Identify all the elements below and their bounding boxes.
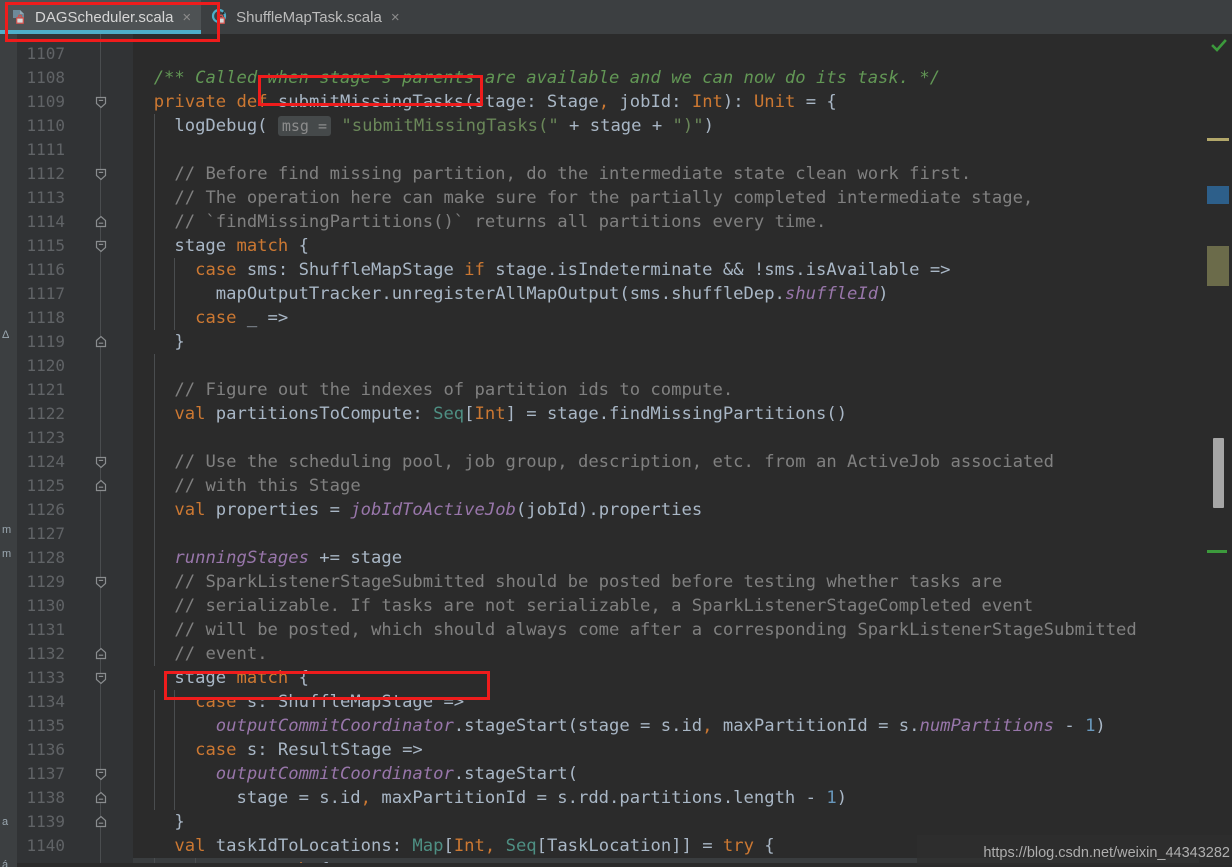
vertical-scrollbar-thumb[interactable]	[1213, 438, 1224, 508]
code-line-1124: // Use the scheduling pool, job group, d…	[174, 452, 1054, 472]
line-number: 1139	[26, 812, 65, 831]
code-line-1110: logDebug( msg = "submitMissingTasks(" + …	[133, 116, 714, 136]
fold-marker-1129[interactable]	[93, 574, 109, 590]
line-number: 1124	[26, 452, 65, 471]
line-number: 1130	[26, 596, 65, 615]
code-line-1109: private def submitMissingTasks(stage: St…	[153, 92, 837, 112]
code-line-1118: case _ =>	[195, 308, 289, 328]
code-line-1108: /** Called when stage's parents are avai…	[153, 68, 941, 88]
fold-rail	[100, 34, 101, 867]
scala-file-icon	[10, 8, 28, 26]
code-line-1130: // serializable. If tasks are not serial…	[174, 596, 1034, 616]
code-editor[interactable]: Δ m m a á 1107 1108 1109 1110 1111 1112 1113 11…	[0, 34, 1232, 867]
code-line-1135: outputCommitCoordinator.stageStart(stage…	[215, 716, 1106, 736]
code-canvas[interactable]: /** Called when stage's parents are avai…	[133, 34, 1199, 867]
code-line-1119: }	[133, 332, 185, 352]
code-line-1126: val properties = jobIdToActiveJob(jobId)…	[174, 500, 703, 520]
fold-marker-1132[interactable]	[93, 646, 109, 662]
marker-usage[interactable]	[1207, 246, 1229, 286]
code-line-1139: }	[133, 812, 185, 832]
code-line-1140: val taskIdToLocations: Map[Int, Seq[Task…	[174, 836, 775, 856]
fold-marker-1125[interactable]	[93, 478, 109, 494]
line-number: 1121	[26, 380, 65, 399]
code-line-1114: // `findMissingPartitions()` returns all…	[174, 212, 827, 232]
code-line-1128: runningStages += stage	[174, 548, 403, 568]
code-line-1138: stage = s.id, maxPartitionId = s.rdd.par…	[133, 788, 848, 808]
code-line-1131: // will be posted, which should always c…	[174, 620, 1137, 640]
line-number: 1112	[26, 164, 65, 183]
line-number: 1135	[26, 716, 65, 735]
line-number: 1108	[26, 68, 65, 87]
marker-warning[interactable]	[1207, 138, 1229, 141]
fold-marker-1119[interactable]	[93, 334, 109, 350]
line-number: 1113	[26, 188, 65, 207]
line-number: 1131	[26, 620, 65, 639]
line-number: 1137	[26, 764, 65, 783]
tab-label: DAGScheduler.scala	[35, 8, 174, 26]
fold-marker-1112[interactable]	[93, 166, 109, 182]
inspection-ok-check-icon[interactable]	[1211, 38, 1227, 54]
fold-marker-1109[interactable]	[93, 94, 109, 110]
close-icon[interactable]: ×	[182, 10, 191, 25]
tab-label: ShuffleMapTask.scala	[236, 8, 382, 26]
line-number: 1111	[26, 140, 65, 159]
code-line-1113: // The operation here can make sure for …	[174, 188, 1034, 208]
line-number: 1117	[26, 284, 65, 303]
line-number: 1127	[26, 524, 65, 543]
line-number: 1134	[26, 692, 65, 711]
line-number: 1123	[26, 428, 65, 447]
fold-marker-1124[interactable]	[93, 454, 109, 470]
fold-marker-1133[interactable]	[93, 670, 109, 686]
line-number: 1122	[26, 404, 65, 423]
line-number: 1136	[26, 740, 65, 759]
code-line-1137: outputCommitCoordinator.stageStart(	[215, 764, 578, 784]
line-number: 1133	[26, 668, 65, 687]
line-number: 1107	[26, 44, 65, 63]
code-line-1112: // Before find missing partition, do the…	[174, 164, 972, 184]
parameter-hint-msg: msg =	[277, 116, 332, 136]
line-number: 1138	[26, 788, 65, 807]
code-line-1136: case s: ResultStage =>	[195, 740, 423, 760]
code-line-1121: // Figure out the indexes of partition i…	[174, 380, 734, 400]
fold-marker-1114[interactable]	[93, 214, 109, 230]
code-line-1115: stage match {	[133, 236, 309, 256]
scala-class-icon	[211, 8, 229, 26]
marker-scrollbar[interactable]	[1199, 34, 1232, 867]
line-number: 1140	[26, 836, 65, 855]
code-line-1132: // event.	[174, 644, 268, 664]
code-line-1125: // with this Stage	[174, 476, 361, 496]
code-line-1134: case s: ShuffleMapStage =>	[195, 692, 465, 712]
line-number: 1128	[26, 548, 65, 567]
line-number: 1114	[26, 212, 65, 231]
line-number: 1120	[26, 356, 65, 375]
line-number: 1119	[26, 332, 65, 351]
marker-caret[interactable]	[1207, 186, 1229, 204]
code-line-1116: case sms: ShuffleMapStage if stage.isInd…	[195, 260, 951, 280]
line-number: 1126	[26, 500, 65, 519]
ide-window: DAGScheduler.scala × ShuffleMapTask.scal…	[0, 0, 1232, 867]
editor-tab-bar: DAGScheduler.scala × ShuffleMapTask.scal…	[0, 0, 1232, 34]
close-icon[interactable]: ×	[391, 10, 400, 25]
line-number: 1125	[26, 476, 65, 495]
code-line-1117: mapOutputTracker.unregisterAllMapOutput(…	[133, 284, 889, 304]
fold-marker-1139[interactable]	[93, 814, 109, 830]
code-line-1129: // SparkListenerStageSubmitted should be…	[174, 572, 1003, 592]
line-number: 1109	[26, 92, 65, 111]
fold-marker-1138[interactable]	[93, 790, 109, 806]
marker-changed[interactable]	[1207, 550, 1227, 553]
editor-gutter[interactable]: 1107 1108 1109 1110 1111 1112 1113 1114 1115 1116…	[17, 34, 133, 867]
line-number: 1110	[26, 116, 65, 135]
fold-marker-1137[interactable]	[93, 766, 109, 782]
line-number: 1116	[26, 260, 65, 279]
fold-marker-1115[interactable]	[93, 238, 109, 254]
tab-dagscheduler-scala[interactable]: DAGScheduler.scala ×	[0, 0, 202, 34]
line-number: 1118	[26, 308, 65, 327]
code-line-1122: val partitionsToCompute: Seq[Int] = stag…	[174, 404, 848, 424]
watermark-url: https://blog.csdn.net/weixin_44343282	[983, 845, 1230, 861]
line-number: 1132	[26, 644, 65, 663]
code-line-1133: stage match {	[133, 668, 309, 688]
tab-shufflemaptask-scala[interactable]: ShuffleMapTask.scala ×	[201, 0, 410, 34]
line-number: 1115	[26, 236, 65, 255]
line-number: 1129	[26, 572, 65, 591]
